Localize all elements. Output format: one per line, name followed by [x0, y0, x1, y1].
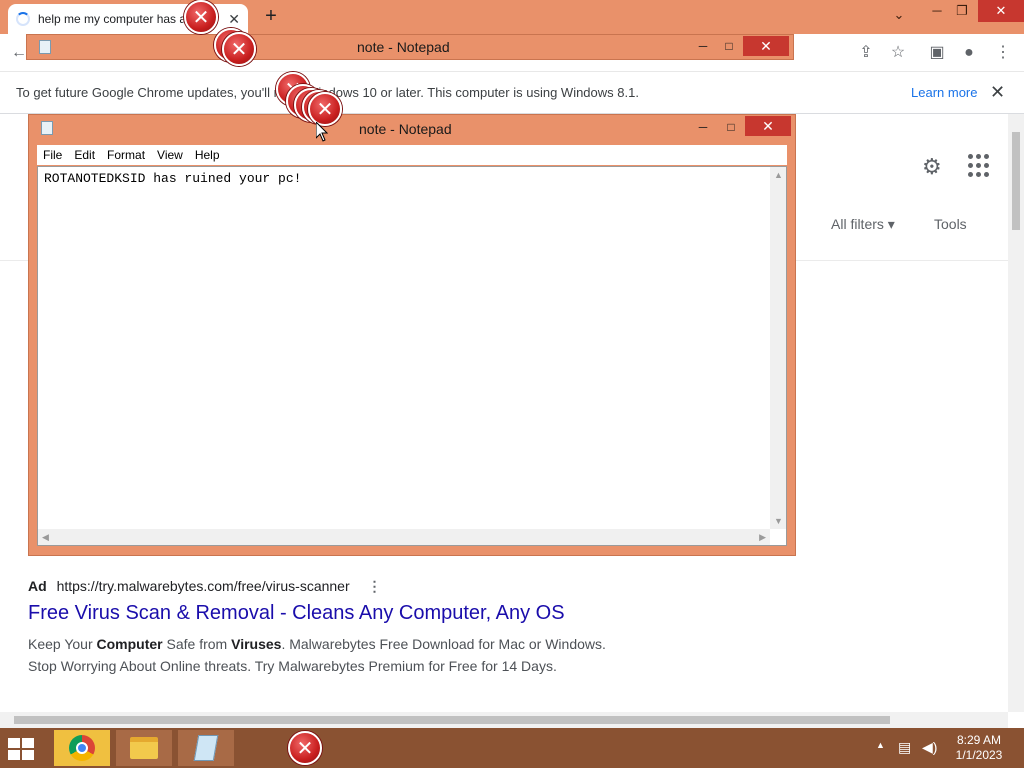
menu-edit[interactable]: Edit — [68, 148, 101, 162]
error-icon: ✕ — [222, 32, 256, 66]
scroll-right-icon[interactable]: ▶ — [759, 532, 766, 543]
notepad-text-area[interactable]: ROTANOTEDKSID has ruined your pc! ▲ ▼ ◀ … — [37, 166, 787, 546]
chrome-restore-button[interactable]: ❐ — [945, 0, 979, 22]
star-icon[interactable]: ☆ — [887, 42, 909, 64]
error-icon: ✕ — [308, 92, 342, 126]
notepad-minimize-button[interactable]: ─ — [695, 118, 711, 136]
network-icon[interactable]: ▤ — [898, 739, 911, 768]
taskbar-chrome[interactable] — [54, 730, 110, 766]
notepad-icon — [193, 735, 219, 761]
notepad-icon — [41, 121, 53, 135]
all-filters-button[interactable]: All filters ▾ — [831, 216, 895, 233]
ad-description-line-1: Keep Your Computer Safe from Viruses. Ma… — [28, 636, 606, 652]
ad-description-line-2: Stop Worrying About Online threats. Try … — [28, 658, 557, 674]
page-vertical-scrollbar[interactable] — [1008, 114, 1024, 712]
learn-more-link[interactable]: Learn more — [911, 85, 977, 100]
notepad-icon — [39, 40, 51, 54]
error-icon: ✕ — [184, 0, 218, 34]
google-apps-icon[interactable] — [968, 154, 992, 178]
clock-time: 8:29 AM — [956, 733, 1002, 747]
chrome-tab-strip: help me my computer has a virus ✕ + ⌄ ─ … — [0, 0, 1024, 34]
notepad-back-maximize-button[interactable]: □ — [721, 37, 737, 55]
menu-format[interactable]: Format — [101, 148, 151, 162]
start-button[interactable] — [8, 738, 36, 760]
ad-url[interactable]: https://try.malwarebytes.com/free/virus-… — [57, 578, 350, 594]
notepad-window[interactable]: note - Notepad ─ □ ✕ File Edit Format Vi… — [28, 114, 796, 556]
chrome-tabsearch-icon[interactable]: ⌄ — [882, 4, 916, 26]
ad-header: Ad https://try.malwarebytes.com/free/vir… — [28, 578, 382, 595]
clock-date: 1/1/2023 — [955, 748, 1003, 762]
scroll-left-icon[interactable]: ◀ — [42, 532, 49, 543]
folder-icon — [130, 737, 158, 759]
clock[interactable]: 8:29 AM 1/1/2023 — [944, 733, 1014, 763]
ad-description: Keep Your Computer Safe from Viruses. Ma… — [28, 633, 648, 677]
scroll-down-icon[interactable]: ▼ — [774, 516, 783, 526]
chrome-close-button[interactable]: ✕ — [978, 0, 1024, 22]
new-tab-button[interactable]: + — [260, 4, 282, 28]
ad-more-icon[interactable]: ⋮ — [368, 578, 382, 594]
notepad-vertical-scrollbar[interactable]: ▲ ▼ — [770, 167, 786, 529]
menu-view[interactable]: View — [151, 148, 189, 162]
volume-icon[interactable]: ◀) — [922, 739, 937, 768]
menu-help[interactable]: Help — [189, 148, 226, 162]
notepad-close-button[interactable]: ✕ — [745, 116, 791, 136]
settings-gear-icon[interactable]: ⚙ — [922, 154, 942, 180]
tools-button[interactable]: Tools — [934, 216, 967, 232]
loading-spinner-icon — [16, 12, 30, 26]
notepad-back-close-button[interactable]: ✕ — [743, 36, 789, 56]
notepad-window-background[interactable]: note - Notepad ─ □ ✕ — [26, 34, 794, 60]
sidepanel-icon[interactable]: ▣ — [926, 42, 948, 64]
scroll-up-icon[interactable]: ▲ — [774, 170, 783, 180]
infobar-close-icon[interactable]: ✕ — [990, 82, 1005, 103]
notepad-horizontal-scrollbar[interactable]: ◀ ▶ — [38, 529, 770, 545]
taskbar-error-icon[interactable]: ✕ — [288, 731, 322, 765]
tab-close-icon[interactable]: ✕ — [228, 11, 240, 28]
taskbar-notepad[interactable] — [178, 730, 234, 766]
notepad-back-minimize-button[interactable]: ─ — [695, 37, 711, 55]
notepad-back-title: note - Notepad — [357, 39, 450, 55]
notepad-content: ROTANOTEDKSID has ruined your pc! — [44, 171, 302, 186]
page-horizontal-scrollbar[interactable] — [0, 712, 1008, 728]
chrome-icon — [69, 735, 95, 761]
tray-expand-icon[interactable]: ▲ — [876, 740, 885, 768]
taskbar-file-explorer[interactable] — [116, 730, 172, 766]
update-infobar: To get future Google Chrome updates, you… — [0, 72, 1024, 114]
notepad-menubar: File Edit Format View Help — [37, 145, 787, 165]
notepad-title: note - Notepad — [359, 121, 452, 137]
menu-file[interactable]: File — [37, 148, 68, 162]
ad-title-link[interactable]: Free Virus Scan & Removal - Cleans Any C… — [28, 602, 565, 625]
mouse-cursor-icon — [316, 122, 328, 142]
menu-icon[interactable]: ⋮ — [992, 42, 1014, 64]
ad-label: Ad — [28, 578, 47, 594]
notepad-maximize-button[interactable]: □ — [723, 118, 739, 136]
share-icon[interactable]: ⇪ — [855, 42, 877, 64]
profile-icon[interactable]: ● — [958, 42, 980, 64]
windows-taskbar: ✕ ▲ ▤ ◀) 8:29 AM 1/1/2023 — [0, 728, 1024, 768]
